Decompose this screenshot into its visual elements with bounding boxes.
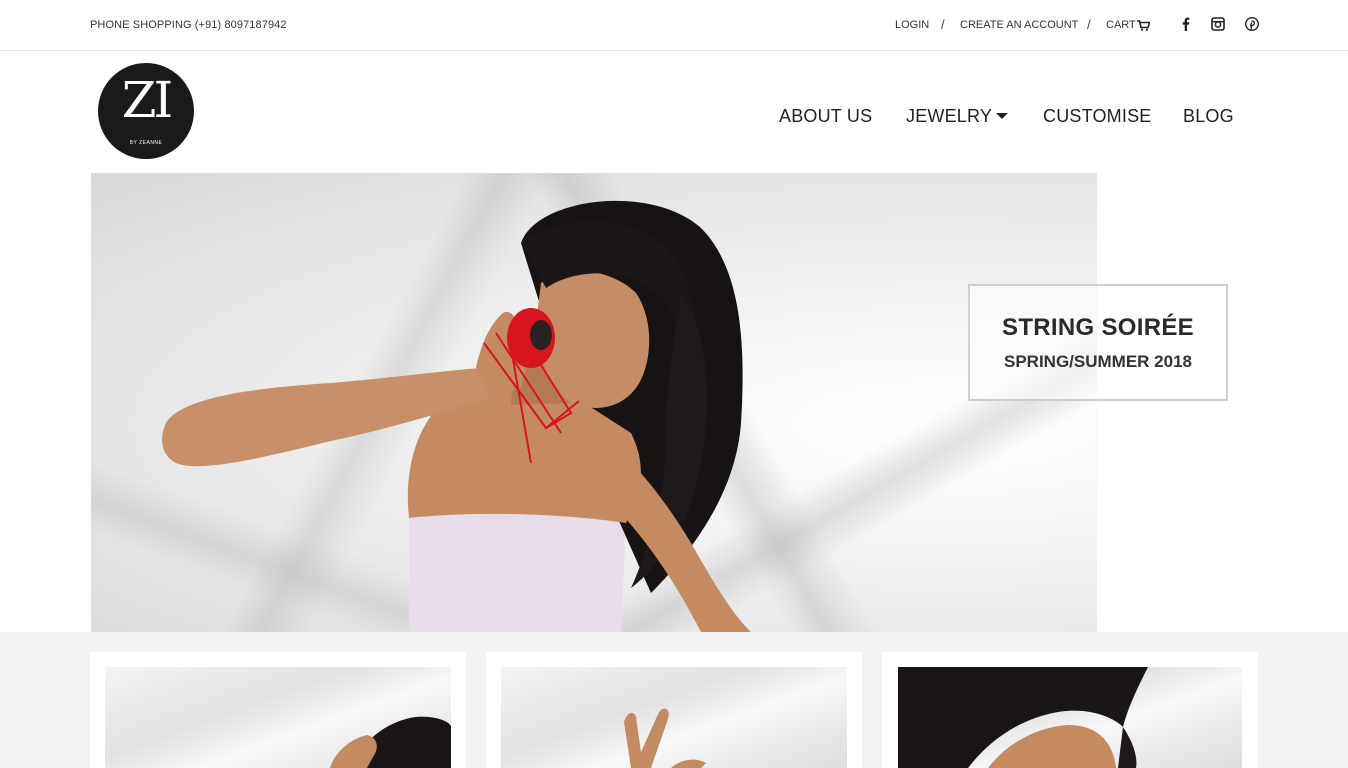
brand-logo[interactable]: ZI BY ZEANNE <box>98 63 194 159</box>
pinterest-icon[interactable] <box>1245 17 1259 31</box>
product-card-image[interactable] <box>105 667 451 768</box>
hero-title: STRING SOIRÉE <box>1002 314 1194 341</box>
separator: / <box>941 17 945 32</box>
cart-link[interactable]: CART <box>1106 19 1136 31</box>
hero-model-illustration <box>162 200 751 632</box>
nav-blog[interactable]: BLOG <box>1183 106 1234 127</box>
facebook-icon[interactable] <box>1179 17 1193 31</box>
hero-banner-image[interactable] <box>91 173 1097 632</box>
login-link[interactable]: LOGIN <box>895 19 929 31</box>
logo-subtitle: BY ZEANNE <box>129 140 163 146</box>
chevron-down-icon[interactable] <box>996 113 1008 119</box>
cart-icon[interactable] <box>1137 20 1150 31</box>
product-card-image[interactable] <box>501 667 847 768</box>
create-account-link[interactable]: CREATE AN ACCOUNT <box>960 19 1078 31</box>
card-image-illustration <box>330 716 451 768</box>
nav-about-us[interactable]: ABOUT US <box>779 106 872 127</box>
product-card[interactable] <box>486 652 862 768</box>
hero-subtitle: SPRING/SUMMER 2018 <box>1004 352 1192 371</box>
top-utility-bar: PHONE SHOPPING (+91) 8097187942 LOGIN / … <box>0 0 1348 51</box>
card-image-illustration <box>624 708 706 768</box>
product-card-image[interactable] <box>898 667 1242 768</box>
logo-mark: ZI <box>121 71 174 129</box>
instagram-icon[interactable] <box>1211 17 1225 31</box>
hero-caption-box[interactable]: STRING SOIRÉE SPRING/SUMMER 2018 <box>968 284 1228 401</box>
phone-shopping-text: PHONE SHOPPING (+91) 8097187942 <box>90 19 287 31</box>
nav-customise[interactable]: CUSTOMISE <box>1043 106 1151 127</box>
product-card[interactable] <box>882 652 1258 768</box>
nav-jewelry[interactable]: JEWELRY <box>906 106 992 127</box>
separator: / <box>1087 17 1091 32</box>
card-image-illustration <box>898 667 1148 768</box>
product-card[interactable] <box>90 652 466 768</box>
